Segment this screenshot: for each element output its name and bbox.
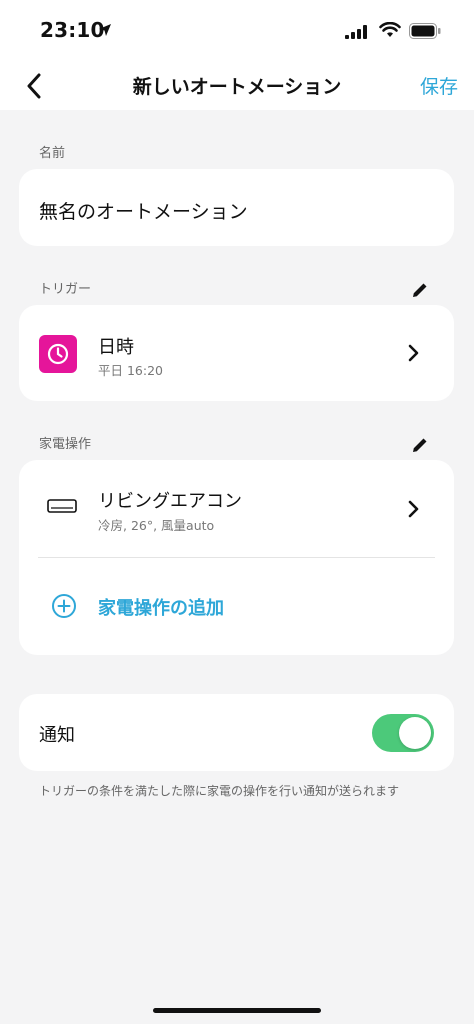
add-appliance-label: 家電操作の追加 — [98, 598, 224, 619]
edit-appliance-button[interactable] — [409, 434, 431, 456]
notification-toggle[interactable] — [372, 714, 434, 752]
pencil-icon — [413, 438, 427, 452]
chevron-right-icon — [403, 499, 423, 519]
appliance-section-label: 家電操作 — [39, 437, 92, 452]
trigger-title: 日時 — [98, 337, 134, 358]
air-conditioner-icon — [47, 498, 77, 522]
clock-icon — [47, 343, 69, 365]
notification-label: 通知 — [39, 725, 75, 746]
cellular-signal-icon — [345, 24, 369, 43]
name-card[interactable]: 無名のオートメーション — [19, 169, 454, 246]
pencil-icon — [413, 283, 427, 297]
trigger-section-label: トリガー — [39, 282, 92, 297]
wifi-icon — [379, 21, 401, 42]
appliance-title: リビングエアコン — [98, 491, 242, 512]
appliance-subtitle: 冷房, 26°, 風量auto — [98, 518, 215, 533]
toggle-knob — [399, 717, 431, 749]
notification-note: トリガーの条件を満たした際に家電の操作を行い通知が送られます — [39, 784, 400, 798]
status-time: 23:10 — [40, 18, 105, 42]
home-indicator[interactable] — [153, 1008, 321, 1013]
add-appliance-button[interactable]: 家電操作の追加 — [19, 558, 454, 654]
location-arrow-icon — [98, 22, 112, 41]
save-button[interactable]: 保存 — [420, 72, 458, 99]
navigation-bar: 新しいオートメーション 保存 — [0, 62, 474, 110]
status-bar: 23:10 — [0, 0, 474, 62]
trigger-subtitle: 平日 16:20 — [98, 363, 163, 378]
trigger-icon-tile — [39, 335, 77, 373]
appliance-card: リビングエアコン 冷房, 26°, 風量auto 家電操作の追加 — [19, 460, 454, 655]
notification-card: 通知 — [19, 694, 454, 771]
name-section-label: 名前 — [39, 146, 66, 161]
page-title: 新しいオートメーション — [132, 76, 342, 98]
battery-icon — [409, 23, 441, 43]
trigger-card[interactable]: 日時 平日 16:20 — [19, 305, 454, 401]
edit-trigger-button[interactable] — [409, 279, 431, 301]
chevron-right-icon — [403, 343, 423, 363]
automation-name-field[interactable]: 無名のオートメーション — [39, 197, 248, 224]
plus-circle-icon — [52, 594, 76, 618]
appliance-item[interactable]: リビングエアコン 冷房, 26°, 風量auto — [19, 460, 454, 557]
